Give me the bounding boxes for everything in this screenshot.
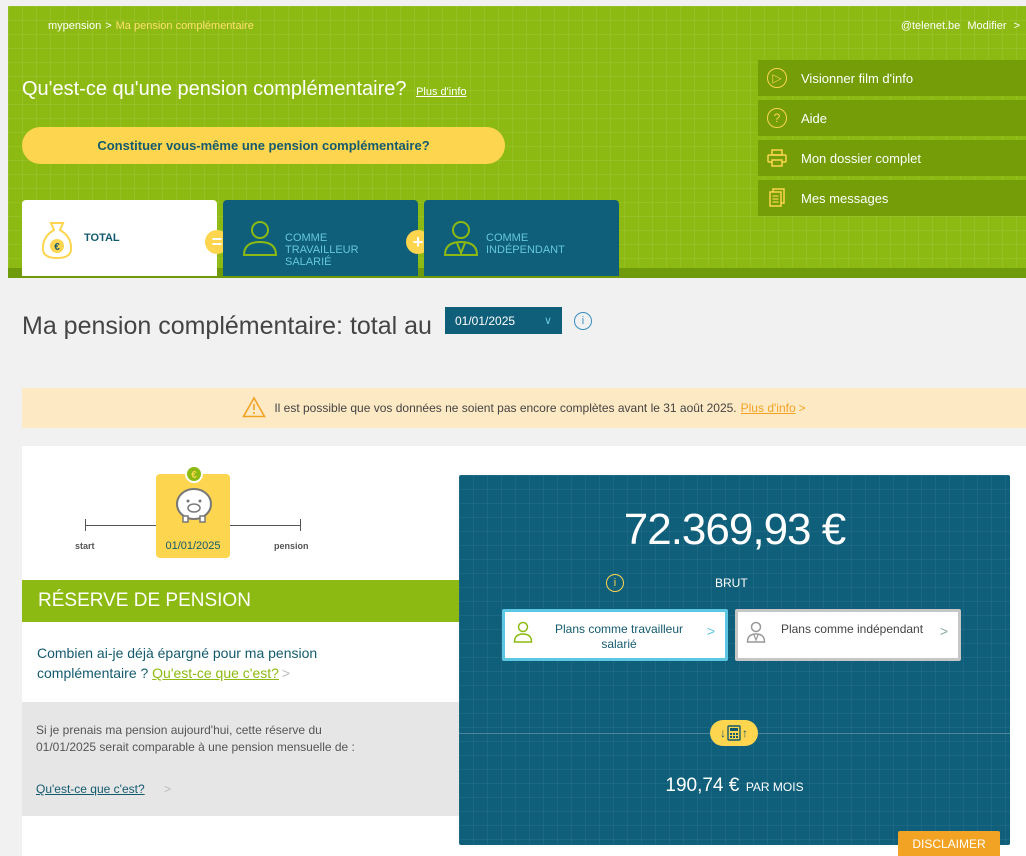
- play-icon: ▷: [766, 67, 788, 89]
- user-area: @telenet.be Modifier >: [897, 20, 1020, 32]
- tab-total-label: TOTAL: [84, 232, 120, 244]
- warning-more-link[interactable]: Plus d'info: [741, 401, 796, 415]
- reserve-chevron-icon: >: [281, 665, 291, 681]
- header-question: Qu'est-ce qu'une pension complémentaire?…: [22, 78, 467, 101]
- svg-text:€: €: [191, 470, 197, 481]
- tab-independant-label: COMME INDÉPENDANT: [486, 232, 565, 256]
- tab-salarie[interactable]: COMME TRAVAILLEUR SALARIÉ: [223, 200, 418, 276]
- timeline-date: 01/01/2025: [165, 540, 221, 552]
- total-amount: 72.369,93 €: [623, 505, 846, 554]
- help-icon: ?: [766, 107, 788, 129]
- chevron-right-icon: >: [939, 623, 948, 639]
- info-icon: i: [574, 312, 592, 330]
- tab-independant-line: COMME: [486, 232, 529, 244]
- user-chevron-icon[interactable]: >: [1014, 20, 1020, 32]
- page-title: Ma pension complémentaire: total au: [22, 312, 432, 340]
- reserve-question: Combien ai-je déjà épargné pour ma pensi…: [37, 643, 417, 683]
- chevron-down-icon: ∨: [543, 315, 552, 327]
- side-item-label: Aide: [801, 110, 828, 126]
- tab-salarie-line: COMME: [285, 232, 328, 244]
- chevron-right-icon: >: [706, 623, 715, 639]
- self-employed-icon: [442, 218, 480, 263]
- tab-salarie-line: TRAVAILLEUR: [285, 244, 359, 256]
- monthly-pension: 190,74 € PAR MOIS: [459, 775, 1010, 797]
- side-item-label: Mon dossier complet: [801, 150, 921, 166]
- breadcrumb-root[interactable]: mypension: [48, 20, 101, 32]
- more-info-link[interactable]: Plus d'info: [416, 86, 466, 98]
- tab-salarie-label: COMME TRAVAILLEUR SALARIÉ: [285, 232, 359, 268]
- side-item-aide[interactable]: ? Aide: [758, 100, 1026, 136]
- piggy-bank-icon: €: [170, 464, 218, 531]
- disclaimer-button[interactable]: DISCLAIMER: [898, 831, 1000, 856]
- breadcrumb-current: Ma pension complémentaire: [115, 20, 254, 32]
- comparison-chevron-icon: >: [164, 782, 172, 796]
- side-item-label: Visionner film d'info: [801, 70, 914, 86]
- tab-independant[interactable]: COMME INDÉPENDANT: [424, 200, 619, 276]
- self-employed-icon: [746, 621, 766, 647]
- breadcrumb: mypension > Ma pension complémentaire: [48, 20, 254, 32]
- date-select[interactable]: 01/01/2025 ∨: [445, 307, 562, 334]
- warning-banner: Il est possible que vos données ne soien…: [22, 388, 1026, 428]
- brut-label: BRUT: [715, 576, 748, 590]
- warning-icon: [242, 395, 267, 421]
- user-email: @telenet.be: [900, 20, 961, 32]
- plans-independant-button[interactable]: Plans comme indépendant >: [735, 609, 961, 661]
- side-item-film[interactable]: ▷ Visionner film d'info: [758, 60, 1026, 96]
- employee-icon: [241, 218, 279, 263]
- tab-total[interactable]: € TOTAL: [22, 200, 217, 276]
- header-question-text: Qu'est-ce qu'une pension complémentaire?: [22, 78, 407, 100]
- employee-icon: [513, 621, 533, 647]
- tab-independant-line: INDÉPENDANT: [486, 244, 565, 256]
- plans-independant-label: Plans comme indépendant: [780, 622, 924, 636]
- warning-chevron-icon: >: [798, 401, 806, 415]
- modify-link[interactable]: Modifier: [967, 20, 1006, 32]
- timeline-end-label: pension: [274, 541, 309, 551]
- side-menu: ▷ Visionner film d'info ? Aide Mon dossi…: [758, 60, 1026, 220]
- printer-icon: [766, 147, 788, 169]
- calculator-icon: ↓ ↑: [710, 720, 758, 746]
- reserve-heading: RÉSERVE DE PENSION: [22, 580, 459, 622]
- side-item-dossier[interactable]: Mon dossier complet: [758, 140, 1026, 176]
- date-select-value: 01/01/2025: [455, 313, 516, 328]
- monthly-value: 190,74 €: [665, 775, 740, 796]
- piggy-bank-card: € 01/01/2025: [156, 465, 230, 558]
- plans-salarie-label: Plans comme travailleur salarié: [554, 622, 684, 651]
- comparison-text: Si je prenais ma pension aujourd'hui, ce…: [36, 723, 355, 754]
- breadcrumb-separator: >: [105, 20, 112, 32]
- info-icon: i: [606, 574, 624, 592]
- date-info-button[interactable]: i: [574, 312, 592, 330]
- monthly-unit: PAR MOIS: [745, 780, 804, 794]
- plans-salarie-button[interactable]: Plans comme travailleur salarié >: [502, 609, 728, 661]
- documents-icon: [766, 187, 788, 209]
- constitute-pension-button[interactable]: Constituer vous-même une pension complém…: [22, 127, 505, 164]
- brut-info-button[interactable]: i: [606, 574, 624, 592]
- reserve-what-link[interactable]: Qu'est-ce que c'est?: [152, 665, 279, 681]
- side-item-label: Mes messages: [801, 190, 889, 206]
- money-bag-icon: €: [40, 220, 74, 265]
- timeline-start-label: start: [75, 541, 95, 551]
- timeline-end-tick: [300, 519, 301, 531]
- tab-salarie-line: SALARIÉ: [285, 256, 332, 268]
- comparison-box: Si je prenais ma pension aujourd'hui, ce…: [22, 702, 459, 816]
- result-panel: 72.369,93 € i BRUT Plans comme travaille…: [459, 475, 1010, 845]
- warning-text: Il est possible que vos données ne soien…: [274, 401, 737, 415]
- svg-text:€: €: [54, 242, 60, 253]
- timeline-start-tick: [85, 519, 86, 531]
- side-item-messages[interactable]: Mes messages: [758, 180, 1026, 216]
- comparison-what-link[interactable]: Qu'est-ce que c'est?: [36, 782, 145, 796]
